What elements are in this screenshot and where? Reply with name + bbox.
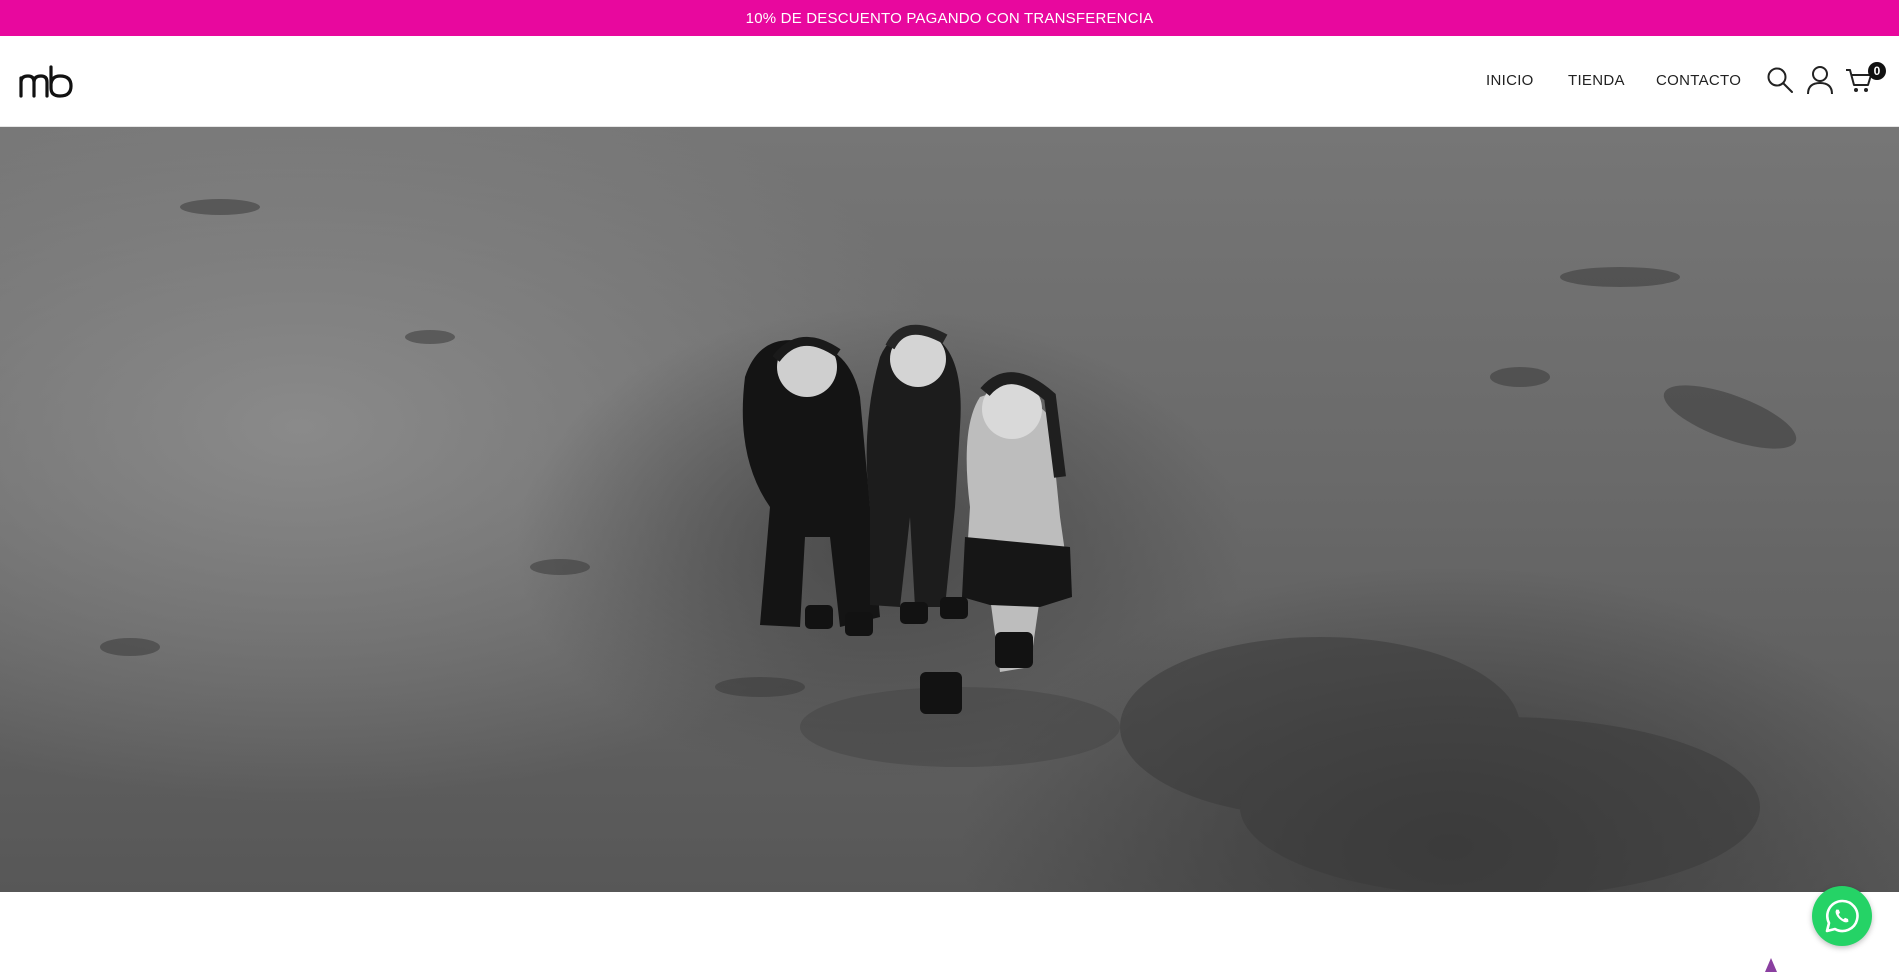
search-icon[interactable] <box>1766 66 1794 94</box>
announcement-bar: 10% DE DESCUENTO PAGANDO CON TRANSFERENC… <box>0 0 1899 36</box>
nav-inicio[interactable]: INICIO <box>1486 72 1534 89</box>
nav-contacto[interactable]: CONTACTO <box>1656 72 1741 89</box>
announcement-text: 10% DE DESCUENTO PAGANDO CON TRANSFERENC… <box>745 9 1154 27</box>
whatsapp-button[interactable] <box>1812 886 1872 946</box>
hero-image <box>0 127 1899 892</box>
hero-photo <box>100 199 1797 892</box>
user-icon[interactable] <box>1806 65 1834 95</box>
mb-logo[interactable] <box>18 64 76 98</box>
whatsapp-icon <box>1825 899 1859 933</box>
nav-tienda[interactable]: TIENDA <box>1568 72 1625 89</box>
cart-count-badge: 0 <box>1868 62 1886 80</box>
site-header: INICIO TIENDA CONTACTO 0 <box>0 36 1899 127</box>
decorative-mark <box>1765 958 1777 972</box>
